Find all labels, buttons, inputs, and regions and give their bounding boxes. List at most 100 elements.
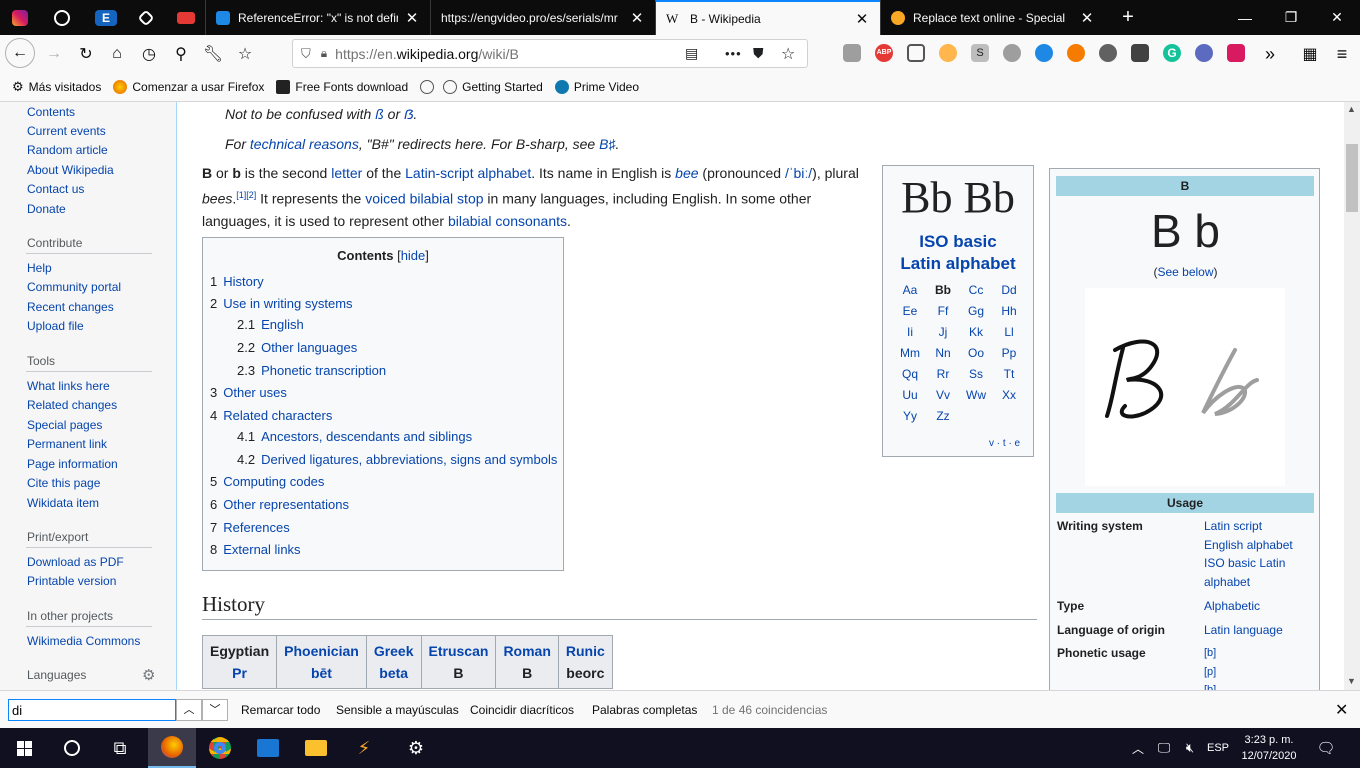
monkey-icon[interactable] xyxy=(939,44,957,62)
adblock-icon[interactable]: ABP xyxy=(875,44,893,62)
clock[interactable]: 3:23 p. m. 12/07/2020 xyxy=(1236,732,1302,764)
navbox-vte-links[interactable]: v · t · e xyxy=(989,438,1020,449)
pinned-tab-codepen[interactable] xyxy=(126,0,166,35)
hatnote-link-technical-reasons[interactable]: technical reasons xyxy=(250,136,359,152)
navbox-letter-link[interactable]: Ww xyxy=(961,388,991,402)
taskbar-video-app[interactable] xyxy=(244,728,292,768)
navbox-letter-link[interactable]: Xx xyxy=(994,388,1024,402)
toc-item[interactable]: 2 Use in writing systems xyxy=(210,296,353,311)
s-extension-icon[interactable]: S xyxy=(971,44,989,62)
notifications-button[interactable]: 🗨︎ xyxy=(1306,728,1346,768)
close-tab-icon[interactable]: ✕ xyxy=(1079,9,1095,27)
hatnote-link-capital-eszett[interactable]: ẞ xyxy=(404,106,413,122)
whole-words-toggle[interactable]: Palabras completas xyxy=(592,703,697,717)
sidebar-icon[interactable] xyxy=(907,44,925,62)
infobox-row-value[interactable]: Latin script xyxy=(1204,517,1262,535)
sidebar-link-help[interactable]: Help xyxy=(27,261,52,275)
close-tab-icon[interactable]: ✕ xyxy=(629,9,645,27)
sidebar-link-community-portal[interactable]: Community portal xyxy=(27,280,121,294)
navbox-letter-link[interactable]: Dd xyxy=(994,283,1024,297)
navbox-letter-link[interactable]: Nn xyxy=(928,346,958,360)
volume-muted-icon[interactable]: 🔇︎ xyxy=(1178,728,1202,768)
pinned-tab-instagram[interactable] xyxy=(0,0,40,35)
shield-icon[interactable]: ⛉ xyxy=(301,46,311,62)
navbox-letter-link[interactable]: Mm xyxy=(895,346,925,360)
sidebar-link-contact[interactable]: Contact us xyxy=(27,182,84,196)
sidebar-link-wikimedia-commons[interactable]: Wikimedia Commons xyxy=(27,634,140,648)
search-button[interactable] xyxy=(48,728,96,768)
toc-item[interactable]: 2.1 English xyxy=(237,317,304,332)
pinned-tab-engvideo[interactable]: E xyxy=(84,0,128,35)
close-tab-icon[interactable]: ✕ xyxy=(854,10,870,28)
navbox-letter-link[interactable]: Rr xyxy=(928,367,958,381)
navbox-letter-link[interactable]: Jj xyxy=(928,325,958,339)
sidebar-link-cite-this-page[interactable]: Cite this page xyxy=(27,476,100,490)
link-letter[interactable]: letter xyxy=(331,165,362,181)
infobox-row-value[interactable]: Alphabetic xyxy=(1204,597,1260,615)
navbox-letter-link[interactable]: Gg xyxy=(961,304,991,318)
tab-replace-text[interactable]: Replace text online - Special ✕ xyxy=(880,0,1105,35)
history-column-subtitle[interactable]: Pr xyxy=(210,662,269,684)
screenshot-extension-icon[interactable] xyxy=(843,44,861,62)
history-column-title[interactable]: Roman xyxy=(503,640,550,662)
navbox-letter-link[interactable]: Ss xyxy=(961,367,991,381)
tools-button[interactable]: 🔧︎ xyxy=(199,40,227,68)
link-voiced-bilabial-stop[interactable]: voiced bilabial stop xyxy=(365,191,483,207)
sidebar-link-special-pages[interactable]: Special pages xyxy=(27,418,102,432)
navbox-letter-link[interactable]: Zz xyxy=(928,409,958,423)
start-button[interactable] xyxy=(0,728,48,768)
reload-button[interactable]: ↻ xyxy=(72,40,100,68)
tab-wikipedia[interactable]: W B - Wikipedia ✕ xyxy=(655,0,880,35)
overflow-menu-button[interactable]: » xyxy=(1256,40,1284,68)
language-settings-gear-icon[interactable]: ⚙ xyxy=(142,666,155,684)
toc-hide-link[interactable]: hide xyxy=(401,248,426,263)
sidebar-link-current-events[interactable]: Current events xyxy=(27,124,106,138)
bookmark-getting-started[interactable]: Getting Started xyxy=(443,79,543,94)
navbox-letter-link[interactable]: Yy xyxy=(895,409,925,423)
navbox-letter-link[interactable]: Ff xyxy=(928,304,958,318)
infobox-row-value[interactable]: English alphabet xyxy=(1204,536,1293,554)
highlight-all-toggle[interactable]: Remarcar todo xyxy=(241,703,320,717)
maximize-button[interactable]: ❐ xyxy=(1268,0,1314,35)
navbox-letter-link[interactable]: Hh xyxy=(994,304,1024,318)
match-case-toggle[interactable]: Sensible a mayúsculas xyxy=(336,703,459,717)
navbox-title-line1[interactable]: ISO basic xyxy=(883,232,1033,252)
sidebar-link-random-article[interactable]: Random article xyxy=(27,143,108,157)
task-view-button[interactable]: ⧉ xyxy=(96,728,144,768)
history-column-title[interactable]: Phoenician xyxy=(284,640,359,662)
taskbar-settings[interactable]: ⚙ xyxy=(392,728,440,768)
infobox-row-value[interactable]: [b] xyxy=(1204,681,1216,690)
history-column-subtitle[interactable]: bēt xyxy=(284,662,359,684)
taskbar-file-explorer[interactable] xyxy=(292,728,340,768)
link-bilabial-consonants[interactable]: bilabial consonants xyxy=(448,213,567,229)
scroll-down-icon[interactable]: ▼ xyxy=(1347,676,1356,686)
bookmark-star-button[interactable]: ☆ xyxy=(231,40,259,68)
history-column-title[interactable]: Etruscan xyxy=(429,640,489,662)
navbox-letter-link[interactable]: Oo xyxy=(961,346,991,360)
url-bar[interactable]: ⛉ 🔒︎ https://en.wikipedia.org/wiki/B ▤ •… xyxy=(292,39,808,68)
vertical-scrollbar[interactable]: ▲ ▼ xyxy=(1344,102,1360,690)
sidebar-link-contents[interactable]: Contents xyxy=(27,105,75,119)
navbox-letter-link[interactable]: Bb xyxy=(928,283,958,297)
infobox-row-value[interactable]: Latin language xyxy=(1204,621,1283,639)
see-below-link[interactable]: See below xyxy=(1157,265,1213,279)
navbox-letter-link[interactable]: Ii xyxy=(895,325,925,339)
link-bee[interactable]: bee xyxy=(675,165,698,181)
close-find-bar-icon[interactable]: ✕ xyxy=(1335,700,1348,720)
messenger-icon[interactable] xyxy=(1035,44,1053,62)
navbox-letter-link[interactable]: Kk xyxy=(961,325,991,339)
find-previous-button[interactable]: ︿ xyxy=(176,699,202,721)
sidebar-link-upload-file[interactable]: Upload file xyxy=(27,319,84,333)
scroll-up-icon[interactable]: ▲ xyxy=(1347,104,1356,114)
find-input[interactable] xyxy=(8,699,176,721)
close-tab-icon[interactable]: ✕ xyxy=(404,9,420,27)
bookmark-prime-video[interactable]: Prime Video xyxy=(554,79,639,94)
sidebar-link-permanent-link[interactable]: Permanent link xyxy=(27,437,107,451)
taskbar-winamp[interactable]: ⚡︎ xyxy=(340,728,388,768)
sidebar-link-about[interactable]: About Wikipedia xyxy=(27,163,114,177)
link-pronunciation[interactable]: /ˈbiː/ xyxy=(785,165,812,181)
sidebar-link-page-information[interactable]: Page information xyxy=(27,457,118,471)
infobox-row-value[interactable]: [b] xyxy=(1204,644,1216,662)
toc-item[interactable]: 6 Other representations xyxy=(210,497,349,512)
sidebar-link-donate[interactable]: Donate xyxy=(27,202,66,216)
